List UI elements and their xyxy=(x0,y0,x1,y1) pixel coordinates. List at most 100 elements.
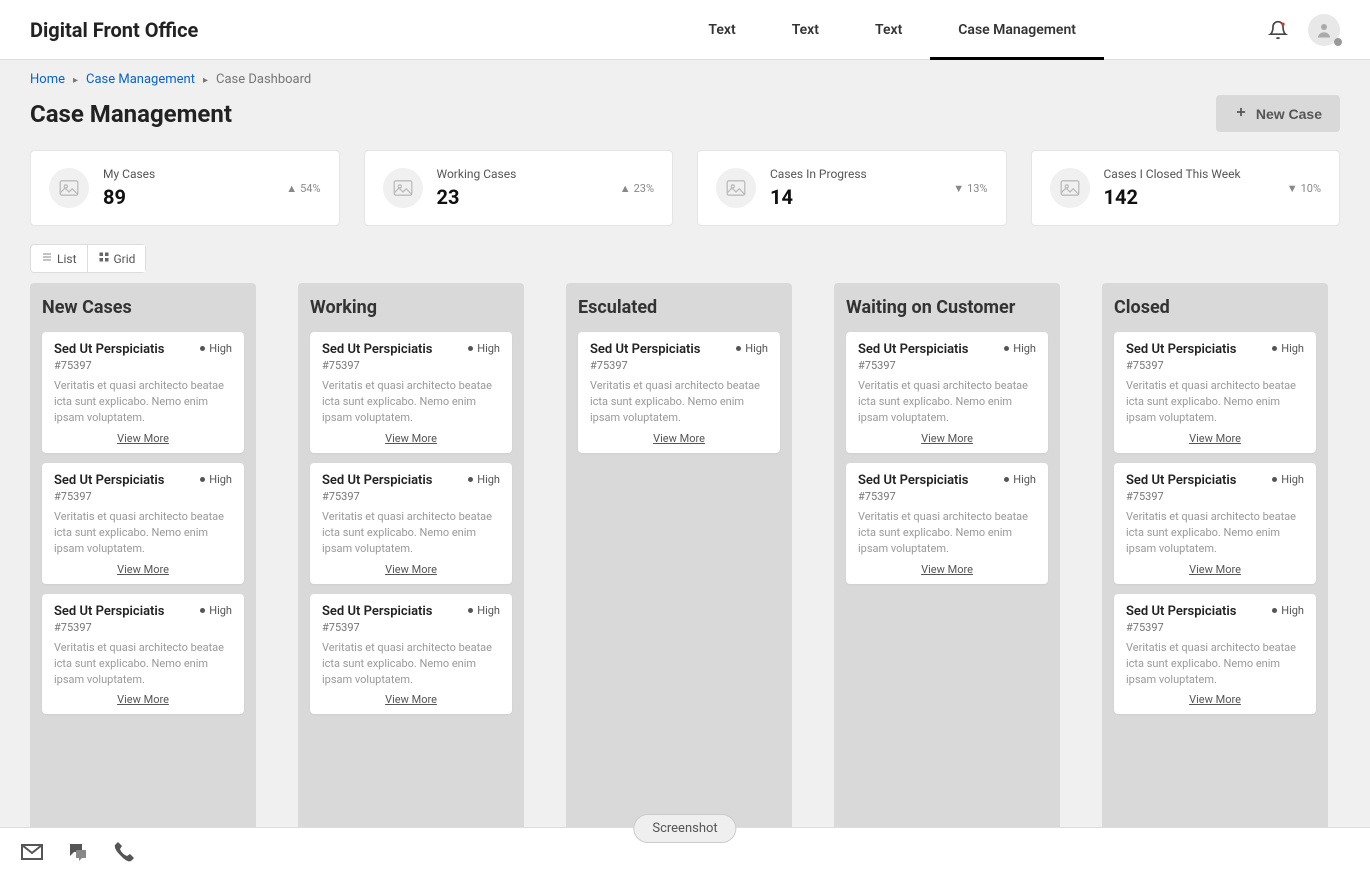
plus-icon xyxy=(1234,105,1248,122)
image-placeholder-icon xyxy=(1050,168,1090,208)
case-title: Sed Ut Perspiciatis xyxy=(1126,342,1237,357)
priority-badge: High xyxy=(200,342,232,355)
case-id: #75397 xyxy=(322,621,500,634)
view-more-link[interactable]: View More xyxy=(590,432,768,445)
priority-badge: High xyxy=(468,473,500,486)
case-id: #75397 xyxy=(858,490,1036,503)
priority-badge: High xyxy=(1272,342,1304,355)
phone-icon[interactable] xyxy=(112,840,136,864)
case-description: Veritatis et quasi architecto beatae ict… xyxy=(322,640,500,688)
nav-item-text[interactable]: Text xyxy=(680,0,763,60)
user-avatar[interactable] xyxy=(1308,14,1340,46)
breadcrumb: Home▸Case Management▸Case Dashboard xyxy=(0,60,1370,87)
case-card[interactable]: Sed Ut Perspiciatis High #75397 Veritati… xyxy=(310,463,512,584)
stat-change: ▼ 13% xyxy=(953,182,987,195)
case-id: #75397 xyxy=(1126,621,1304,634)
priority-dot-icon xyxy=(200,477,205,482)
case-title: Sed Ut Perspiciatis xyxy=(54,473,165,488)
new-case-label: New Case xyxy=(1256,106,1322,122)
case-description: Veritatis et quasi architecto beatae ict… xyxy=(54,509,232,557)
stats-row: My Cases 89 ▲ 54% Working Cases 23 ▲ 23%… xyxy=(0,150,1370,244)
chevron-right-icon: ▸ xyxy=(73,75,78,86)
nav-item-text[interactable]: Text xyxy=(764,0,847,60)
case-card[interactable]: Sed Ut Perspiciatis High #75397 Veritati… xyxy=(578,332,780,453)
priority-dot-icon xyxy=(1272,346,1277,351)
priority-badge: High xyxy=(468,604,500,617)
stat-change: ▼ 10% xyxy=(1287,182,1321,195)
stat-card[interactable]: Cases I Closed This Week 142 ▼ 10% xyxy=(1031,150,1341,226)
priority-badge: High xyxy=(1004,342,1036,355)
view-more-link[interactable]: View More xyxy=(1126,563,1304,576)
view-more-link[interactable]: View More xyxy=(54,693,232,706)
view-more-link[interactable]: View More xyxy=(54,563,232,576)
kanban-column: New Cases Sed Ut Perspiciatis High #7539… xyxy=(30,283,256,831)
priority-dot-icon xyxy=(468,477,473,482)
case-card[interactable]: Sed Ut Perspiciatis High #75397 Veritati… xyxy=(1114,332,1316,453)
stat-card[interactable]: Cases In Progress 14 ▼ 13% xyxy=(697,150,1007,226)
stat-card[interactable]: My Cases 89 ▲ 54% xyxy=(30,150,340,226)
priority-label: High xyxy=(745,342,768,355)
screenshot-chip[interactable]: Screenshot xyxy=(633,814,736,843)
notifications-icon[interactable] xyxy=(1264,16,1292,44)
case-card[interactable]: Sed Ut Perspiciatis High #75397 Veritati… xyxy=(846,332,1048,453)
case-card[interactable]: Sed Ut Perspiciatis High #75397 Veritati… xyxy=(1114,463,1316,584)
case-card[interactable]: Sed Ut Perspiciatis High #75397 Veritati… xyxy=(42,332,244,453)
view-list-button[interactable]: List xyxy=(31,245,87,272)
case-id: #75397 xyxy=(590,359,768,372)
case-description: Veritatis et quasi architecto beatae ict… xyxy=(54,640,232,688)
priority-label: High xyxy=(209,342,232,355)
breadcrumb-case-dashboard: Case Dashboard xyxy=(216,72,311,87)
breadcrumb-case-management[interactable]: Case Management xyxy=(86,72,195,87)
nav-item-case-management[interactable]: Case Management xyxy=(930,0,1104,60)
priority-badge: High xyxy=(200,473,232,486)
case-title: Sed Ut Perspiciatis xyxy=(858,473,969,488)
view-grid-button[interactable]: Grid xyxy=(87,245,146,272)
case-card[interactable]: Sed Ut Perspiciatis High #75397 Veritati… xyxy=(310,332,512,453)
view-more-link[interactable]: View More xyxy=(858,432,1036,445)
priority-label: High xyxy=(1013,473,1036,486)
case-card[interactable]: Sed Ut Perspiciatis High #75397 Veritati… xyxy=(846,463,1048,584)
case-description: Veritatis et quasi architecto beatae ict… xyxy=(1126,378,1304,426)
priority-badge: High xyxy=(1272,604,1304,617)
case-title: Sed Ut Perspiciatis xyxy=(590,342,701,357)
case-card[interactable]: Sed Ut Perspiciatis High #75397 Veritati… xyxy=(42,594,244,715)
caret-up-icon: ▲ xyxy=(286,182,297,195)
view-more-link[interactable]: View More xyxy=(1126,432,1304,445)
breadcrumb-home[interactable]: Home xyxy=(30,72,65,87)
priority-badge: High xyxy=(468,342,500,355)
nav-item-text[interactable]: Text xyxy=(847,0,930,60)
case-card[interactable]: Sed Ut Perspiciatis High #75397 Veritati… xyxy=(310,594,512,715)
case-card[interactable]: Sed Ut Perspiciatis High #75397 Veritati… xyxy=(42,463,244,584)
case-card[interactable]: Sed Ut Perspiciatis High #75397 Veritati… xyxy=(1114,594,1316,715)
view-more-link[interactable]: View More xyxy=(322,432,500,445)
priority-label: High xyxy=(1013,342,1036,355)
new-case-button[interactable]: New Case xyxy=(1216,95,1340,132)
chat-icon[interactable] xyxy=(66,840,90,864)
priority-label: High xyxy=(477,342,500,355)
stat-card[interactable]: Working Cases 23 ▲ 23% xyxy=(364,150,674,226)
case-description: Veritatis et quasi architecto beatae ict… xyxy=(858,509,1036,557)
case-id: #75397 xyxy=(54,621,232,634)
view-more-link[interactable]: View More xyxy=(858,563,1036,576)
column-title: Esculated xyxy=(578,297,780,318)
mail-icon[interactable] xyxy=(20,840,44,864)
top-nav: Digital Front Office TextTextTextCase Ma… xyxy=(0,0,1370,60)
view-more-link[interactable]: View More xyxy=(322,563,500,576)
image-placeholder-icon xyxy=(49,168,89,208)
page-header: Case Management New Case xyxy=(0,87,1370,150)
caret-down-icon: ▼ xyxy=(953,182,964,195)
priority-badge: High xyxy=(736,342,768,355)
view-more-link[interactable]: View More xyxy=(54,432,232,445)
image-placeholder-icon xyxy=(716,168,756,208)
view-list-label: List xyxy=(57,252,77,266)
priority-dot-icon xyxy=(1004,477,1009,482)
priority-label: High xyxy=(1281,342,1304,355)
view-more-link[interactable]: View More xyxy=(322,693,500,706)
priority-dot-icon xyxy=(736,346,741,351)
column-title: New Cases xyxy=(42,297,244,318)
priority-label: High xyxy=(209,473,232,486)
view-more-link[interactable]: View More xyxy=(1126,693,1304,706)
stat-change: ▲ 54% xyxy=(286,182,320,195)
kanban-column: Esculated Sed Ut Perspiciatis High #7539… xyxy=(566,283,792,831)
case-title: Sed Ut Perspiciatis xyxy=(322,342,433,357)
